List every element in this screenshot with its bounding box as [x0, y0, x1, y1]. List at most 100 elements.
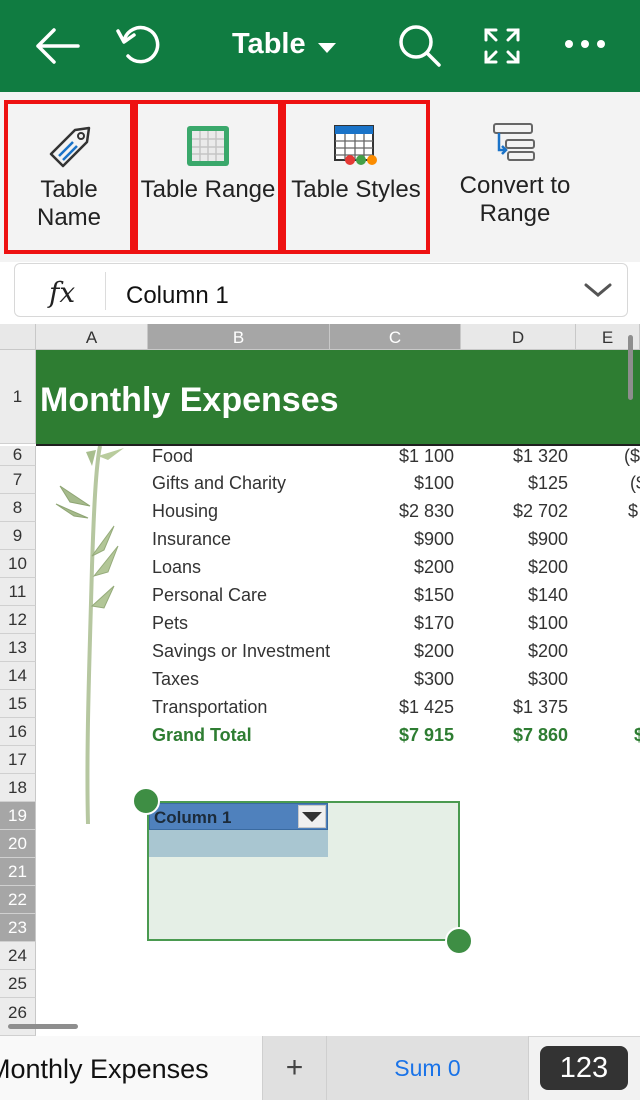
row-header[interactable]: 10	[0, 550, 36, 578]
row-header[interactable]: 16	[0, 718, 36, 746]
horizontal-scrollbar[interactable]	[8, 1024, 78, 1029]
value-cell[interactable]: $	[628, 497, 640, 525]
plant-illustration	[52, 445, 142, 826]
sheet-tab[interactable]: Monthly Expenses	[0, 1036, 262, 1100]
category-cell[interactable]: Gifts and Charity	[152, 469, 327, 497]
value-cell[interactable]: $200	[330, 637, 454, 665]
row-header[interactable]: 6	[0, 446, 36, 466]
table-data-row[interactable]	[149, 830, 328, 857]
category-cell[interactable]: Transportation	[152, 693, 327, 721]
value-cell[interactable]: $2 830	[330, 497, 454, 525]
fullscreen-icon[interactable]	[480, 24, 524, 68]
undo-icon[interactable]	[112, 20, 164, 70]
app-window: Table Table Name Table Range Table Style…	[0, 0, 640, 1100]
sheet-title: Monthly Expenses	[40, 381, 339, 419]
table-range-button[interactable]: Table Range	[134, 100, 282, 254]
grand-total-value[interactable]: $7 860	[461, 721, 568, 749]
column-header-c[interactable]: C	[330, 324, 461, 350]
search-icon[interactable]	[396, 22, 444, 70]
row-header[interactable]: 13	[0, 634, 36, 662]
selection-handle-start[interactable]	[132, 787, 160, 815]
value-cell[interactable]: $200	[330, 553, 454, 581]
row-header[interactable]: 21	[0, 858, 36, 886]
row-header[interactable]: 8	[0, 494, 36, 522]
row-header[interactable]: 24	[0, 942, 36, 970]
more-icon[interactable]	[562, 34, 608, 54]
grand-total-label[interactable]: Grand Total	[152, 721, 327, 749]
value-cell[interactable]: $2 702	[461, 497, 568, 525]
value-cell[interactable]: ($	[630, 469, 640, 497]
formula-bar[interactable]: fx Column 1	[14, 263, 628, 317]
category-cell[interactable]: Housing	[152, 497, 327, 525]
convert-to-range-label: Convert to Range	[459, 172, 571, 227]
value-cell[interactable]: ($	[624, 442, 640, 470]
table-range-icon	[185, 124, 231, 173]
category-cell[interactable]: Insurance	[152, 525, 327, 553]
add-sheet-button[interactable]: +	[262, 1036, 327, 1100]
value-cell[interactable]: $1 375	[461, 693, 568, 721]
table-name-button[interactable]: Table Name	[4, 100, 134, 254]
column-header-d[interactable]: D	[461, 324, 576, 350]
table-styles-label: Table Styles	[291, 176, 421, 203]
row-header[interactable]: 20	[0, 830, 36, 858]
convert-to-range-button[interactable]: Convert to Range	[440, 100, 590, 254]
row-header[interactable]: 18	[0, 774, 36, 802]
category-cell[interactable]: Savings or Investment	[152, 637, 330, 665]
row-header[interactable]: 9	[0, 522, 36, 550]
sum-status-button[interactable]: Sum 0	[327, 1036, 529, 1100]
value-cell[interactable]: $200	[461, 553, 568, 581]
tag-icon	[45, 124, 93, 175]
row-header[interactable]: 22	[0, 886, 36, 914]
value-cell[interactable]: $150	[330, 581, 454, 609]
grand-total-value[interactable]: $7 915	[330, 721, 454, 749]
table-styles-button[interactable]: Table Styles	[282, 100, 430, 254]
row-header[interactable]: 19	[0, 802, 36, 830]
value-cell[interactable]: $100	[461, 609, 568, 637]
page-title[interactable]: Table	[232, 28, 306, 61]
row-header[interactable]: 12	[0, 606, 36, 634]
category-cell[interactable]: Taxes	[152, 665, 327, 693]
grand-total-value[interactable]: $	[634, 721, 640, 749]
category-cell[interactable]: Food	[152, 442, 327, 470]
category-cell[interactable]: Loans	[152, 553, 327, 581]
dropdown-arrow-icon	[302, 812, 322, 822]
value-cell[interactable]: $1 320	[461, 442, 568, 470]
category-cell[interactable]: Personal Care	[152, 581, 327, 609]
row-header[interactable]: 1	[0, 350, 36, 444]
value-cell[interactable]: $1 100	[330, 442, 454, 470]
row-header[interactable]: 14	[0, 662, 36, 690]
chevron-down-icon[interactable]	[318, 43, 336, 53]
formula-input[interactable]: Column 1	[126, 282, 229, 310]
value-cell[interactable]: $170	[330, 609, 454, 637]
ribbon: Table Name Table Range Table Styles Conv…	[0, 92, 640, 262]
row-header[interactable]: 17	[0, 746, 36, 774]
row-header[interactable]: 25	[0, 970, 36, 998]
row-header[interactable]: 15	[0, 690, 36, 718]
select-all-corner[interactable]	[0, 324, 36, 350]
table-range-label: Table Range	[140, 176, 276, 203]
chevron-down-icon[interactable]	[583, 280, 613, 305]
value-cell[interactable]: $1 425	[330, 693, 454, 721]
selection-handle-end[interactable]	[445, 927, 473, 955]
category-cell[interactable]: Pets	[152, 609, 327, 637]
vertical-scrollbar[interactable]	[628, 335, 633, 400]
fx-icon: fx	[49, 276, 76, 309]
value-cell[interactable]: $100	[330, 469, 454, 497]
numeric-keyboard-button[interactable]: 123	[540, 1046, 628, 1090]
formula-separator	[105, 272, 106, 310]
column-header-b[interactable]: B	[148, 324, 330, 350]
value-cell[interactable]: $300	[330, 665, 454, 693]
value-cell[interactable]: $300	[461, 665, 568, 693]
row-header[interactable]: 23	[0, 914, 36, 942]
value-cell[interactable]: $900	[461, 525, 568, 553]
value-cell[interactable]: $200	[461, 637, 568, 665]
row-header[interactable]: 7	[0, 466, 36, 494]
row-header[interactable]: 26	[0, 998, 36, 1036]
column-header-a[interactable]: A	[36, 324, 148, 350]
row-header[interactable]: 11	[0, 578, 36, 606]
value-cell[interactable]: $900	[330, 525, 454, 553]
back-arrow-icon[interactable]	[30, 22, 82, 70]
value-cell[interactable]: $125	[461, 469, 568, 497]
value-cell[interactable]: $140	[461, 581, 568, 609]
filter-dropdown-button[interactable]	[298, 805, 326, 828]
